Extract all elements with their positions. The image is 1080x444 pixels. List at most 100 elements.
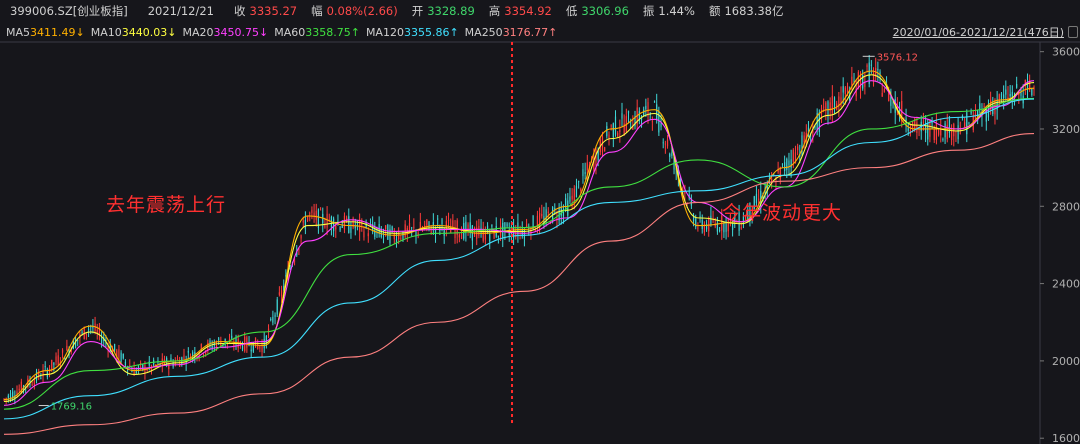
- candle-body: [892, 102, 894, 104]
- candle-body: [784, 162, 786, 171]
- y-tick-label: 2800: [1052, 200, 1080, 213]
- low-marker-label: 1769.16: [51, 402, 92, 413]
- candle-body: [621, 113, 623, 119]
- candle-body: [565, 198, 567, 206]
- candle-body: [96, 329, 98, 333]
- candle-body: [443, 229, 445, 236]
- candle-body: [933, 128, 935, 140]
- candle-body: [506, 223, 508, 227]
- y-tick-label: 1600: [1052, 432, 1080, 444]
- candle-body: [1016, 83, 1018, 88]
- candle-body: [311, 209, 313, 213]
- candle-body: [916, 122, 918, 133]
- candle-body: [979, 103, 981, 110]
- candle-body: [270, 318, 272, 321]
- candle-body: [825, 102, 827, 111]
- candle-body: [18, 388, 20, 391]
- candle-body: [998, 94, 1000, 105]
- candle-body: [968, 123, 970, 125]
- candle-body: [398, 233, 400, 240]
- high-marker-label: 3576.12: [877, 52, 918, 63]
- candle-body: [775, 185, 777, 186]
- candle-body: [354, 226, 356, 229]
- candle-body: [911, 121, 914, 132]
- candle-body: [66, 345, 68, 351]
- series-line-ma20: [3, 80, 1035, 406]
- candle-body: [937, 130, 940, 135]
- candle-body: [541, 213, 543, 217]
- candle-body: [946, 124, 948, 140]
- candle-body: [480, 227, 482, 229]
- candle-body: [703, 226, 705, 233]
- candle-body: [584, 172, 586, 174]
- candle-body: [122, 353, 124, 359]
- candle-body: [844, 87, 846, 94]
- candle-body: [31, 384, 33, 386]
- candle-body: [231, 335, 233, 339]
- candle-body: [367, 233, 369, 237]
- candle-body: [118, 349, 120, 358]
- candle-body: [350, 227, 352, 233]
- kline-chart[interactable]: 3600 3200 2800 2400 2000 1600 3576.12 1769.16: [0, 0, 1080, 444]
- candle-body: [309, 213, 311, 215]
- candle-body: [1003, 94, 1005, 99]
- candle-body: [1031, 88, 1033, 96]
- candle-body: [51, 359, 53, 370]
- candle-body: [586, 162, 588, 171]
- candle-body: [447, 220, 450, 222]
- y-tick-label: 2000: [1052, 355, 1080, 368]
- candle-body: [489, 234, 491, 242]
- candle-body: [985, 107, 987, 122]
- candle-body: [1005, 89, 1007, 95]
- candle-body: [940, 128, 942, 136]
- candle-body: [120, 352, 122, 362]
- candle-body: [831, 95, 833, 114]
- candle-body: [276, 299, 278, 315]
- candle-body: [604, 147, 606, 152]
- candle-body: [441, 219, 443, 225]
- candle-body: [617, 132, 619, 136]
- candle-body: [619, 130, 621, 133]
- candle-body: [823, 106, 825, 108]
- candle-body: [881, 92, 883, 97]
- candle-body: [183, 355, 185, 359]
- candle-body: [870, 64, 872, 66]
- candle-body: [883, 89, 885, 93]
- candle-body: [497, 235, 499, 238]
- candle-body: [359, 219, 361, 232]
- series-line-ma60: [3, 97, 1035, 410]
- candle-body: [606, 126, 608, 137]
- candle-body: [460, 232, 463, 239]
- candle-body: [627, 110, 630, 114]
- candle-body: [44, 366, 46, 368]
- candle-body: [53, 362, 55, 365]
- candle-body: [612, 123, 614, 138]
- candle-body: [218, 338, 220, 340]
- candle-body: [300, 235, 302, 239]
- candle-body: [363, 231, 365, 238]
- candle-body: [87, 329, 90, 331]
- candle-body: [866, 65, 868, 68]
- series-line-ma120: [3, 98, 1035, 420]
- candle-body: [786, 158, 788, 170]
- candle-body: [610, 125, 612, 127]
- candle-body: [1000, 93, 1003, 100]
- candle-body: [306, 216, 309, 221]
- candle-body: [608, 134, 610, 139]
- candle-body: [324, 225, 326, 228]
- candle-body: [319, 209, 322, 211]
- candle-body: [426, 219, 428, 226]
- candle-body: [872, 70, 875, 82]
- candle-body: [525, 224, 528, 227]
- candle-body: [413, 226, 415, 228]
- candle-body: [333, 218, 335, 232]
- candle-body: [348, 216, 350, 233]
- candle-body: [818, 112, 820, 132]
- candle-body: [651, 121, 653, 123]
- candle-body: [669, 153, 671, 157]
- candle-body: [81, 331, 83, 333]
- candle-body: [335, 225, 337, 230]
- candle-body: [578, 180, 580, 183]
- candle-body: [385, 225, 387, 230]
- candle-body: [202, 354, 205, 356]
